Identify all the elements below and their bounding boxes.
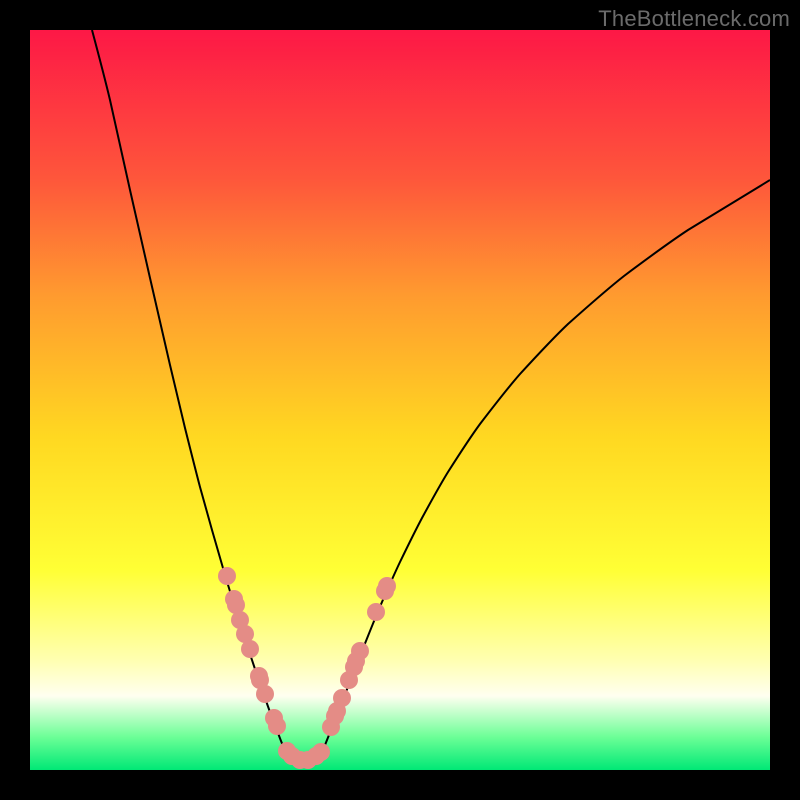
marker-right	[347, 652, 365, 670]
marker-right	[367, 603, 385, 621]
marker-left	[225, 590, 243, 608]
marker-right	[376, 582, 394, 600]
marker-right	[326, 707, 344, 725]
marker-left	[227, 596, 245, 614]
data-markers	[218, 567, 396, 769]
bottleneck-curve	[92, 30, 770, 760]
chart-svg	[30, 30, 770, 770]
curve-path	[92, 30, 770, 760]
marker-floor	[283, 747, 301, 765]
marker-left	[241, 640, 259, 658]
marker-right	[328, 702, 346, 720]
marker-right	[345, 658, 363, 676]
marker-right	[351, 642, 369, 660]
marker-left	[236, 625, 254, 643]
marker-left	[250, 667, 268, 685]
marker-floor	[299, 751, 317, 769]
marker-left	[251, 671, 269, 689]
plot-background	[30, 30, 770, 770]
marker-left	[268, 717, 286, 735]
marker-left	[218, 567, 236, 585]
marker-floor	[291, 751, 309, 769]
marker-floor	[278, 742, 296, 760]
marker-left	[256, 685, 274, 703]
marker-left	[231, 611, 249, 629]
marker-right	[378, 577, 396, 595]
chart-frame: TheBottleneck.com	[0, 0, 800, 800]
marker-right	[340, 671, 358, 689]
watermark-text: TheBottleneck.com	[598, 6, 790, 32]
marker-floor	[307, 747, 325, 765]
marker-floor	[312, 743, 330, 761]
marker-left	[265, 709, 283, 727]
marker-right	[333, 689, 351, 707]
marker-right	[322, 718, 340, 736]
